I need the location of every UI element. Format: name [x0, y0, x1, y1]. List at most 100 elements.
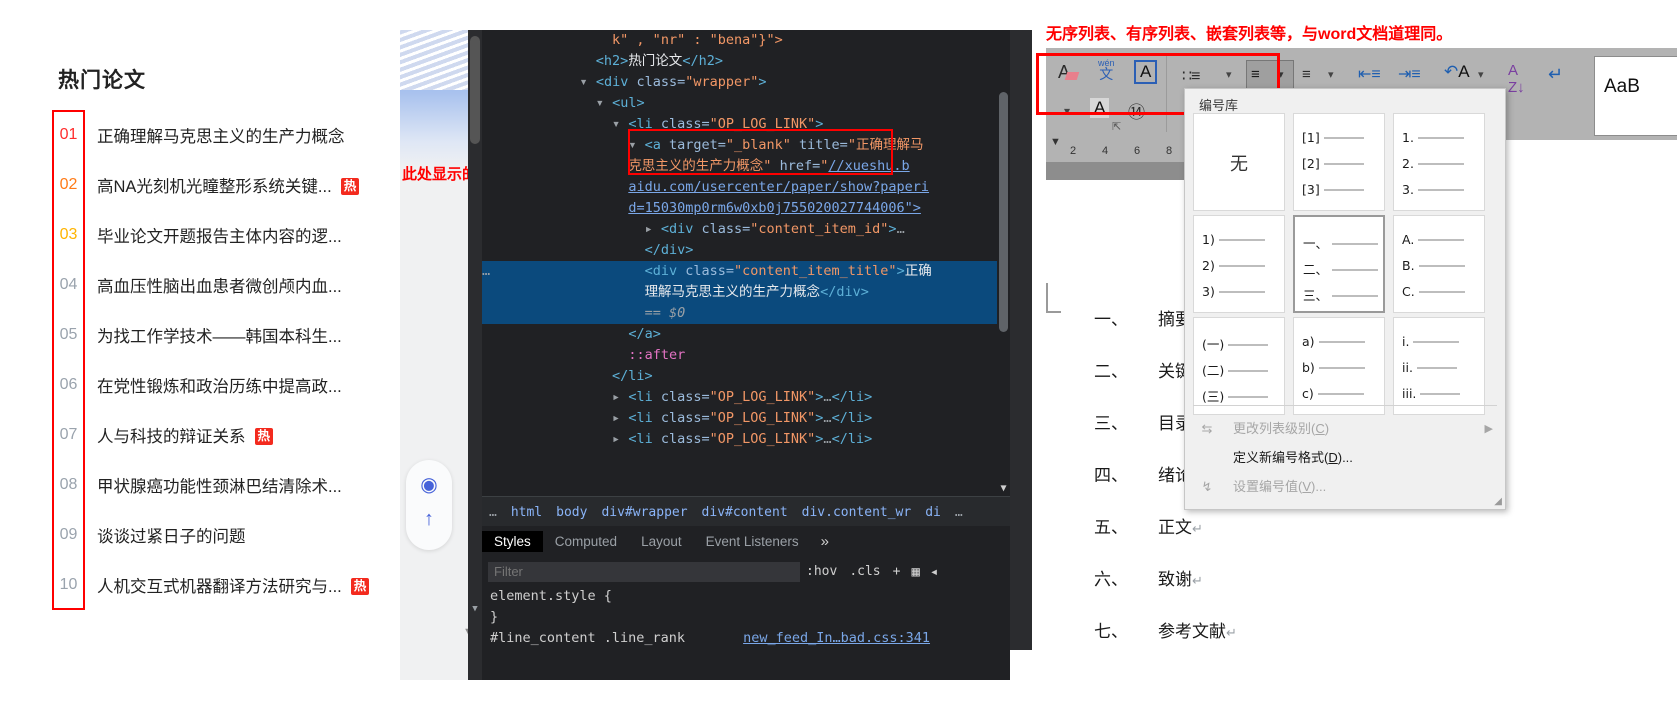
triangle-right-icon[interactable]: ▸	[612, 389, 628, 405]
styles-scroll-down-arrow[interactable]: ▼	[470, 604, 480, 614]
numbering-option-arabic-dot[interactable]: 1. 2. 3.	[1393, 113, 1485, 211]
triangle-right-icon[interactable]: ▸	[645, 221, 661, 237]
new-style-rule-button[interactable]: +	[887, 564, 907, 579]
breadcrumb-item[interactable]: html	[504, 505, 549, 520]
dom-node-line[interactable]: ▸ <li class="OP_LOG_LINK">…</li>	[482, 387, 1010, 408]
menu-item-define-new-number-format[interactable]: 定义新编号格式(D)...	[1185, 444, 1505, 472]
css-rule-selector[interactable]: #line_content .line_rank	[490, 630, 685, 646]
paper-title-link[interactable]: 高血压性脑出血患者微创颅内血...	[97, 273, 342, 297]
menu-item-change-list-level[interactable]: ⇆ 更改列表级别(C) ▶	[1185, 415, 1505, 443]
tab-styles[interactable]: Styles	[482, 531, 543, 552]
doc-list-text[interactable]: 正文↵	[1158, 513, 1203, 538]
floating-action-buttons[interactable]: ◉ ↑	[406, 460, 452, 550]
doc-list-text[interactable]: 参考文献↵	[1158, 617, 1237, 642]
numbering-option-upper-alpha[interactable]: A. B. C.	[1393, 215, 1485, 313]
paper-title-link[interactable]: 为找工作学技术——韩国本科生...	[97, 323, 342, 347]
dom-node-line[interactable]: ▸ <div class="content_item_id">…	[482, 219, 1010, 240]
dom-tree-scrollbar[interactable]: ▼	[997, 30, 1010, 496]
menu-item-set-numbering-value[interactable]: ↯ 设置编号值(V)...	[1185, 473, 1505, 501]
styles-filter-bar[interactable]: :hov .cls + ▦ ◂	[482, 557, 1010, 587]
computed-styles-sidebar-icon[interactable]: ▦	[906, 564, 924, 580]
sort-icon[interactable]: A Z↓	[1508, 62, 1525, 96]
dom-node-line[interactable]: ▸ <li class="OP_LOG_LINK">…</li>	[482, 408, 1010, 429]
styles-rules[interactable]: element.style { } #line_content .line_ra…	[482, 586, 1010, 680]
paper-title-link[interactable]: 正确理解马克思主义的生产力概念	[97, 123, 345, 147]
devtools-panel-tabs[interactable]: Styles Computed Layout Event Listeners»	[482, 526, 1010, 558]
resize-grip-icon[interactable]: ◢	[1494, 496, 1502, 507]
list-item[interactable]: 05 为找工作学技术——韩国本科生...	[52, 310, 400, 360]
dom-node-line[interactable]: k" , "nr" : "bena"}">	[482, 30, 1010, 51]
devtools-left-scroll-thumb[interactable]	[470, 36, 480, 144]
show-formatting-marks-icon[interactable]: ↵	[1548, 64, 1563, 85]
list-item[interactable]: 06 在党性锻炼和政治历练中提高政...	[52, 360, 400, 410]
toggle-sidebar-icon[interactable]: ◂	[925, 564, 943, 580]
breadcrumb[interactable]: … html body div#wrapper div#content div.conte…	[482, 496, 1010, 527]
dom-node-line[interactable]: </div>	[482, 240, 1010, 261]
paper-title-link[interactable]: 高NA光刻机光瞳整形系统关键... 热	[97, 173, 360, 197]
numbering-option-cjk-paren[interactable]: (一) (二) (三)	[1193, 317, 1285, 415]
breadcrumb-item[interactable]: div.content_wr	[795, 505, 919, 520]
css-rule-source-link[interactable]: new_feed_In…bad.css:341	[743, 630, 930, 646]
numbering-option-bracket[interactable]: [1] [2] [3]	[1293, 113, 1385, 211]
dom-node-line[interactable]: ::after	[482, 345, 1010, 366]
globe-icon[interactable]: ◉	[406, 472, 452, 497]
search-input[interactable]	[488, 561, 800, 582]
doc-list-text[interactable]: 致谢↵	[1158, 565, 1203, 590]
dom-node-line[interactable]: == $0	[482, 303, 1010, 324]
font-dialog-launcher-icon[interactable]: ⇱	[1112, 120, 1121, 133]
triangle-right-icon[interactable]: ▸	[612, 431, 628, 447]
cls-toggle[interactable]: .cls	[843, 564, 886, 579]
paper-title-link[interactable]: 毕业论文开题报告主体内容的逻...	[97, 223, 342, 247]
breadcrumb-item[interactable]: div#wrapper	[594, 505, 694, 520]
dom-node-line[interactable]: d=15030mp0rm6w0xb0j755020027744006">	[482, 198, 1010, 219]
dom-node-line[interactable]: aidu.com/usercenter/paper/show?paperi	[482, 177, 1010, 198]
numbering-library-dropdown[interactable]: 编号库 无 [1] [2] [3] 1. 2. 3. 1) 2) 3) 一、 二、 三、 A. B. C. (一…	[1184, 88, 1506, 510]
dom-tree-scroll-down-arrow[interactable]: ▼	[998, 483, 1009, 494]
decrease-indent-icon[interactable]: ⇤≡	[1358, 64, 1381, 84]
triangle-down-icon[interactable]: ▾	[596, 95, 612, 111]
list-item[interactable]: 09 谈谈过紧日子的问题	[52, 510, 400, 560]
character-shading-icon[interactable]: ↶A	[1444, 62, 1470, 82]
list-item[interactable]: 02 高NA光刻机光瞳整形系统关键... 热	[52, 160, 400, 210]
dom-node-line[interactable]: </a>	[482, 324, 1010, 345]
increase-indent-icon[interactable]: ⇥≡	[1398, 64, 1421, 84]
breadcrumb-item[interactable]: …	[482, 505, 504, 520]
dom-tree[interactable]: k" , "nr" : "bena"}"> <h2>热门论文</h2> ▾ <d…	[482, 30, 1010, 496]
left-indent-marker-icon[interactable]: ▼	[1050, 136, 1061, 148]
word-ruler[interactable]: 2 4 6 8 ▼	[1046, 136, 1196, 162]
dom-node-line[interactable]: … <div class="content_item_title">正确	[482, 261, 1010, 282]
paper-title-link[interactable]: 甲状腺癌功能性颈淋巴结清除术...	[97, 473, 342, 497]
numbering-option-none[interactable]: 无	[1193, 113, 1285, 211]
triangle-down-icon[interactable]: ▾	[580, 74, 596, 90]
dom-tree-scroll-thumb[interactable]	[999, 92, 1008, 332]
arrow-up-icon[interactable]: ↑	[406, 508, 452, 531]
hov-toggle[interactable]: :hov	[800, 564, 843, 579]
paper-title-link[interactable]: 人与科技的辩证关系热	[97, 423, 274, 447]
list-item[interactable]: 01 正确理解马克思主义的生产力概念	[52, 110, 400, 160]
dom-node-line[interactable]: ▾ <div class="wrapper">	[482, 72, 1010, 93]
more-tabs-icon[interactable]: »	[811, 533, 839, 550]
numbering-option-lower-alpha-paren[interactable]: a) b) c)	[1293, 317, 1385, 415]
dom-node-line[interactable]: 理解马克思主义的生产力概念</div>	[482, 282, 1010, 303]
breadcrumb-item[interactable]: div#content	[695, 505, 795, 520]
paper-title-link[interactable]: 在党性锻炼和政治历练中提高政...	[97, 373, 342, 397]
triangle-right-icon[interactable]: ▸	[612, 410, 628, 426]
numbering-option-cjk-dun[interactable]: 一、 二、 三、	[1293, 215, 1385, 313]
character-shading-dropdown-icon[interactable]: ▾	[1478, 68, 1484, 81]
multilevel-list-dropdown-icon[interactable]: ▾	[1328, 68, 1334, 81]
breadcrumb-item[interactable]: body	[549, 505, 594, 520]
list-item[interactable]: 04 高血压性脑出血患者微创颅内血...	[52, 260, 400, 310]
dom-node-line[interactable]: ▾ <ul>	[482, 93, 1010, 114]
paper-title-link[interactable]: 人机交互式机器翻译方法研究与... 热	[97, 573, 370, 597]
list-item[interactable]: 10 人机交互式机器翻译方法研究与... 热	[52, 560, 400, 610]
breadcrumb-item[interactable]: di	[918, 505, 948, 520]
dom-node-line[interactable]: <h2>热门论文</h2>	[482, 51, 1010, 72]
list-item[interactable]: 08 甲状腺癌功能性颈淋巴结清除术...	[52, 460, 400, 510]
triangle-down-icon[interactable]: ▾	[612, 116, 628, 132]
numbering-option-lower-roman[interactable]: i. ii. iii.	[1393, 317, 1485, 415]
tab-event-listeners[interactable]: Event Listeners	[694, 531, 811, 552]
numbering-option-arabic-paren[interactable]: 1) 2) 3)	[1193, 215, 1285, 313]
list-item[interactable]: 03 毕业论文开题报告主体内容的逻...	[52, 210, 400, 260]
tab-layout[interactable]: Layout	[629, 531, 694, 552]
multilevel-list-icon[interactable]: ≡	[1302, 66, 1311, 83]
